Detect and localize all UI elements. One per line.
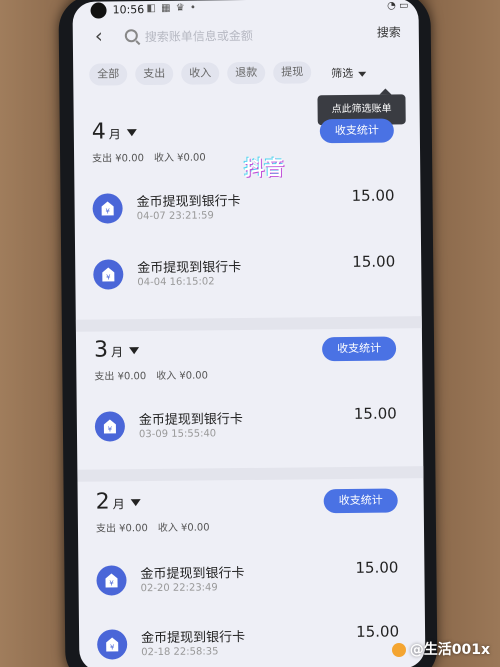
month-unit: 月: [112, 497, 125, 512]
transaction-title: 金币提现到银行卡: [136, 194, 241, 211]
svg-text:¥: ¥: [105, 207, 110, 215]
month-unit: 月: [111, 345, 124, 360]
wifi-icon: ◔: [387, 0, 396, 12]
front-camera: [90, 2, 107, 19]
search-header: ‹ 搜索账单信息或金额 搜索: [73, 16, 419, 56]
filter-bar: 全部 支出 收入 退款 提现 筛选: [73, 56, 419, 90]
month-number: 4: [91, 119, 106, 145]
search-button[interactable]: 搜索: [377, 23, 401, 40]
month-number: 3: [93, 337, 109, 363]
transaction-amount: 15.00: [353, 404, 397, 423]
watermark-logo-icon: [391, 643, 406, 657]
month-expense: 支出 ¥0.00: [95, 523, 148, 535]
month-unit: 月: [108, 127, 121, 142]
month-expense: 支出 ¥0.00: [92, 153, 144, 165]
transaction-amount: 15.00: [351, 186, 395, 205]
notification-icons: ◧ ▦ ♛ •: [146, 2, 197, 15]
month-selector[interactable]: 3月: [93, 337, 140, 363]
coin-withdraw-icon: ¥: [92, 193, 123, 224]
transaction-row[interactable]: ¥ 金币提现到银行卡 04-04 16:15:02 15.00: [75, 248, 422, 314]
filter-chip-expense[interactable]: 支出: [135, 62, 174, 86]
transaction-row[interactable]: ¥ 金币提现到银行卡 02-20 22:23:49 15.00: [78, 554, 425, 620]
month-caret-icon: [130, 498, 141, 506]
transaction-time: 02-20 22:23:49: [140, 582, 218, 595]
section-divider: [77, 466, 424, 482]
phone-screen: 10:56 ◧ ▦ ♛ • ◔ ▭ ‹ 搜索账单信息或金额 搜索 全部 支出 收…: [72, 0, 426, 667]
svg-text:¥: ¥: [110, 643, 115, 651]
watermark: @生活001x: [391, 639, 490, 659]
svg-text:¥: ¥: [106, 273, 111, 281]
douyin-overlay-logo: 抖音: [244, 155, 285, 181]
stats-button[interactable]: 收支统计: [323, 488, 398, 514]
coin-withdraw-icon: ¥: [94, 411, 126, 442]
transaction-row[interactable]: ¥ 金币提现到银行卡 04-07 23:21:59 15.00: [74, 182, 421, 248]
svg-text:¥: ¥: [109, 579, 114, 587]
month-selector[interactable]: 2月: [95, 489, 141, 515]
chevron-down-icon: [358, 71, 367, 77]
month-expense: 支出 ¥0.00: [94, 371, 147, 383]
month-caret-icon: [126, 128, 137, 136]
watermark-text: @生活001x: [409, 642, 490, 658]
battery-icon: ▭: [399, 0, 409, 12]
phone-frame: 10:56 ◧ ▦ ♛ • ◔ ▭ ‹ 搜索账单信息或金额 搜索 全部 支出 收…: [58, 0, 438, 667]
stats-button[interactable]: 收支统计: [319, 118, 394, 144]
month-selector[interactable]: 4月: [91, 119, 137, 145]
month-number: 2: [95, 489, 110, 515]
transaction-title: 金币提现到银行卡: [137, 260, 242, 277]
month-summary: 支出 ¥0.00 收入 ¥0.00: [96, 518, 210, 534]
month-summary: 支出 ¥0.00 收入 ¥0.00: [92, 148, 206, 164]
coin-withdraw-icon: ¥: [96, 565, 127, 596]
transaction-row[interactable]: ¥ 金币提现到银行卡 02-18 22:58:35 15.00: [79, 618, 426, 667]
filter-chip-withdraw[interactable]: 提现: [273, 61, 312, 84]
transaction-time: 04-07 23:21:59: [136, 210, 214, 223]
transaction-time: 02-18 22:58:35: [141, 646, 219, 659]
transaction-amount: 15.00: [352, 252, 396, 271]
svg-text:¥: ¥: [108, 425, 113, 433]
filter-chip-income[interactable]: 收入: [181, 62, 220, 85]
month-income: 收入 ¥0.00: [153, 152, 206, 164]
search-icon: [124, 29, 138, 43]
search-placeholder: 搜索账单信息或金额: [144, 28, 253, 45]
filter-chip-all[interactable]: 全部: [89, 63, 128, 86]
section-divider: [75, 316, 422, 332]
filter-chip-refund[interactable]: 退款: [227, 61, 266, 85]
filter-dropdown-label: 筛选: [331, 66, 354, 81]
month-header-february: 2月 支出 ¥0.00 收入 ¥0.00 收支统计: [78, 486, 425, 546]
stats-button[interactable]: 收支统计: [321, 336, 397, 362]
month-header-march: 3月 支出 ¥0.00 收入 ¥0.00 收支统计: [76, 334, 423, 394]
month-caret-icon: [129, 346, 140, 354]
search-input[interactable]: 搜索账单信息或金额: [118, 20, 349, 50]
back-arrow-icon[interactable]: ‹: [95, 24, 113, 48]
filter-dropdown[interactable]: 筛选: [331, 65, 367, 81]
transaction-amount: 15.00: [355, 558, 399, 577]
transaction-time: 04-04 16:15:02: [137, 276, 215, 289]
transaction-title: 金币提现到银行卡: [141, 630, 246, 647]
month-income: 收入 ¥0.00: [156, 370, 209, 382]
coin-withdraw-icon: ¥: [93, 259, 124, 290]
transaction-time: 03-09 15:55:40: [138, 428, 217, 441]
transaction-title: 金币提现到银行卡: [140, 566, 245, 583]
transaction-row[interactable]: ¥ 金币提现到银行卡 03-09 15:55:40 15.00: [77, 400, 424, 466]
month-income: 收入 ¥0.00: [157, 522, 210, 534]
status-time: 10:56: [112, 3, 145, 17]
signal-wifi-icons: ◔ ▭: [387, 0, 408, 11]
transaction-title: 金币提现到银行卡: [138, 412, 243, 429]
coin-withdraw-icon: ¥: [97, 629, 128, 660]
month-summary: 支出 ¥0.00 收入 ¥0.00: [94, 366, 208, 382]
